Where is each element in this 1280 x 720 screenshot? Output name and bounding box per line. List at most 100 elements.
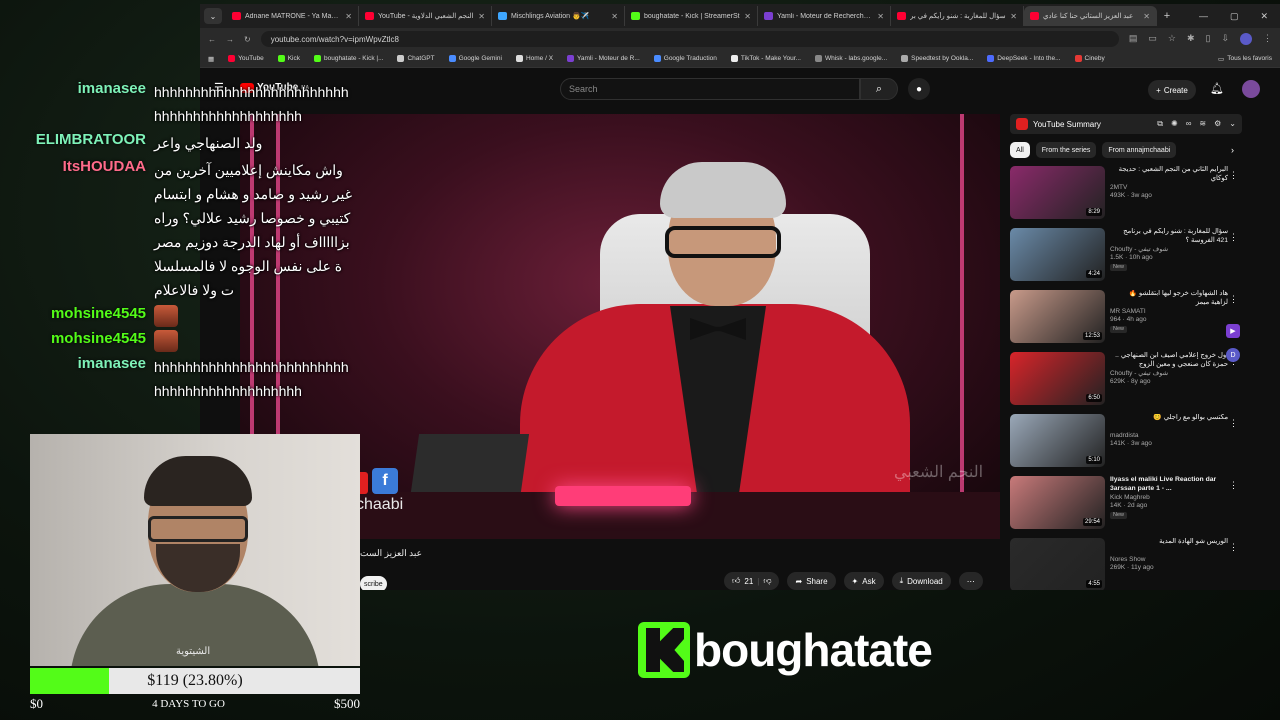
bookmark-item[interactable]: Kick (277, 55, 300, 62)
chat-username[interactable]: imanasee (0, 80, 146, 128)
bookmark-item[interactable]: TikTok - Make Your... (730, 55, 801, 62)
download-button[interactable]: ⤓ Download (891, 572, 951, 590)
chat-username[interactable]: imanasee (0, 355, 146, 403)
bookmark-item[interactable]: Cineby (1074, 55, 1105, 62)
close-tab-icon[interactable]: ✕ (877, 12, 884, 21)
like-button[interactable]: 👍︎ 21 | 👎︎ (724, 572, 780, 590)
browser-menu-icon[interactable]: ⋮ (1263, 33, 1272, 45)
more-options-icon[interactable]: ⋮ (1229, 418, 1238, 429)
sidebar-icon[interactable]: ▯ (1206, 33, 1211, 45)
bookmark-item[interactable]: Home / X (515, 55, 553, 62)
recommended-video[interactable]: 29:54 Ilyass el maliki Live Reaction dar… (1010, 476, 1242, 535)
browser-tab[interactable]: Adnane MATRONE - Ya Man M ✕ (226, 6, 359, 26)
settings-gear-icon[interactable]: ⚙ (1214, 119, 1221, 129)
bookmark-item[interactable]: DeepSeek - Into the... (987, 55, 1061, 62)
bookmark-item[interactable]: Google Traduction (653, 55, 717, 62)
bookmark-favicon-icon (277, 55, 285, 62)
apps-icon[interactable]: ▦ (208, 55, 214, 63)
new-tab-button[interactable]: + (1157, 10, 1177, 22)
reload-icon[interactable]: ↻ (244, 35, 251, 44)
bookmark-item[interactable]: Whisk - labs.google... (814, 55, 887, 62)
recommended-video[interactable]: 4:24 سؤال للمغاربة : شنو رأيكم في برنامج… (1010, 228, 1242, 287)
bookmark-item[interactable]: ChatGPT (397, 55, 435, 62)
bookmark-star-icon[interactable]: ☆ (1168, 33, 1176, 45)
bookmark-item[interactable]: Speedtest by Ookla... (901, 55, 973, 62)
more-options-icon[interactable]: ⋮ (1229, 170, 1238, 181)
back-icon[interactable]: ← (208, 35, 216, 44)
more-options-icon[interactable]: ⋮ (1229, 232, 1238, 243)
chat-username[interactable]: ItsHOUDAA (0, 158, 146, 302)
downloads-icon[interactable]: ⇩ (1221, 33, 1229, 45)
maximize-icon[interactable]: ▢ (1230, 11, 1239, 22)
recommended-video[interactable]: 12:53 هاد الشهاوات خرجو ليها ابتقلشو 🔥 ل… (1010, 290, 1242, 349)
close-tab-icon[interactable]: ✕ (744, 12, 751, 21)
forward-icon[interactable]: → (226, 35, 234, 44)
video-thumbnail[interactable]: 5:10 (1010, 414, 1105, 467)
browser-tab[interactable]: عبد العزيز الستاتي حنا كنا عادي ✕ (1024, 6, 1157, 26)
video-thumbnail[interactable]: 6:50 (1010, 352, 1105, 405)
video-thumbnail[interactable]: 12:53 (1010, 290, 1105, 343)
recommended-video[interactable]: 6:50 أول خروج إعلامي أصيف ابن الصنهاجي .… (1010, 352, 1242, 411)
thumbs-down-icon[interactable]: 👎︎ (763, 576, 771, 586)
more-options-icon[interactable]: ⋮ (1229, 294, 1238, 305)
video-thumbnail[interactable]: 4:24 (1010, 228, 1105, 281)
browser-tab[interactable]: Mischlings Aviation 👨✈️ ✕ (492, 6, 625, 26)
browser-tab[interactable]: boughatate - Kick | StreamerSt ✕ (625, 6, 758, 26)
close-tab-icon[interactable]: ✕ (478, 12, 485, 21)
search-button[interactable]: ⌕ (860, 78, 898, 100)
translate-icon[interactable]: ▤ (1129, 33, 1138, 45)
more-options-icon[interactable]: ⋮ (1229, 480, 1238, 491)
extensions-icon[interactable]: ✱ (1187, 33, 1195, 45)
chat-username[interactable]: mohsine4545 (0, 330, 146, 352)
minimize-icon[interactable]: — (1199, 11, 1208, 22)
close-tab-icon[interactable]: ✕ (1143, 12, 1150, 21)
subscribe-button[interactable]: scribe (360, 576, 387, 590)
share-button[interactable]: ➦ Share (787, 572, 836, 590)
glasses-icon[interactable]: ∞ (1186, 119, 1192, 129)
voice-search-button[interactable]: ● (908, 78, 930, 100)
close-window-icon[interactable]: ✕ (1260, 11, 1268, 22)
video-thumbnail[interactable]: 29:54 (1010, 476, 1105, 529)
cast-icon[interactable]: ▭ (1148, 33, 1157, 45)
create-button[interactable]: + Create (1148, 80, 1196, 100)
more-actions-button[interactable]: ⋯ (958, 572, 983, 590)
filter-chip[interactable]: From annajmchaabi (1102, 142, 1177, 158)
chevron-right-icon[interactable]: › (1231, 145, 1242, 155)
url-field[interactable]: youtube.com/watch?v=ipmWpvZtlc8 (260, 31, 1119, 47)
notifications-bell-icon[interactable]: 🔔︎ (1210, 82, 1224, 95)
filter-chip[interactable]: All (1010, 142, 1030, 158)
profile-avatar[interactable] (1240, 33, 1252, 45)
extension-d-icon[interactable]: D (1226, 348, 1240, 362)
video-thumbnail[interactable]: 4:55 (1010, 538, 1105, 590)
recommended-video[interactable]: 8:29 البرايم الثاني من النجم الشعبي : حد… (1010, 166, 1242, 225)
bookmark-item[interactable]: Google Gemini (448, 55, 502, 62)
ask-button[interactable]: ✦ Ask (843, 572, 884, 590)
filter-chip[interactable]: From the series (1035, 142, 1097, 158)
recommended-video[interactable]: 5:10 مكتسي بوالو مع راجلي 😊 madrdista 14… (1010, 414, 1242, 473)
recommended-video[interactable]: 4:55 الوريس شو الهادة المدية Nores Show … (1010, 538, 1242, 590)
close-tab-icon[interactable]: ✕ (345, 12, 352, 21)
browser-tab[interactable]: Yamli - Moteur de Recherche A ✕ (758, 6, 891, 26)
close-tab-icon[interactable]: ✕ (611, 12, 618, 21)
all-bookmarks[interactable]: ▭ Tous les favoris (1218, 55, 1272, 63)
more-options-icon[interactable]: ⋮ (1229, 542, 1238, 553)
bookmark-item[interactable]: boughatate - Kick |... (313, 55, 383, 62)
bookmark-item[interactable]: YouTube (228, 55, 264, 62)
share-label: Share (806, 576, 828, 586)
tab-search-icon[interactable]: ⌄ (204, 8, 222, 24)
search-input[interactable]: Search (560, 78, 860, 100)
chat-username[interactable]: ELIMBRATOOR (0, 131, 146, 155)
extension-play-icon[interactable]: ▶ (1226, 324, 1240, 338)
bookmark-item[interactable]: Yamli - Moteur de R... (567, 55, 640, 62)
openai-icon[interactable]: ✺ (1171, 119, 1178, 129)
waveform-icon[interactable]: ≋ (1199, 119, 1206, 129)
video-thumbnail[interactable]: 8:29 (1010, 166, 1105, 219)
account-avatar[interactable] (1242, 80, 1260, 98)
chat-username[interactable]: mohsine4545 (0, 305, 146, 327)
browser-tab[interactable]: سؤال للمغاربة : شنو رأيكم في بر ✕ (891, 6, 1024, 26)
youtube-summary-extension[interactable]: YouTube Summary ⧉ ✺ ∞ ≋ ⚙ ⌄ (1010, 114, 1242, 134)
chevron-down-icon[interactable]: ⌄ (1229, 119, 1236, 129)
browser-tab[interactable]: YouTube - النجم الشعبي الدلاوية ✕ (359, 6, 492, 26)
close-tab-icon[interactable]: ✕ (1010, 12, 1017, 21)
copy-icon[interactable]: ⧉ (1157, 119, 1163, 129)
